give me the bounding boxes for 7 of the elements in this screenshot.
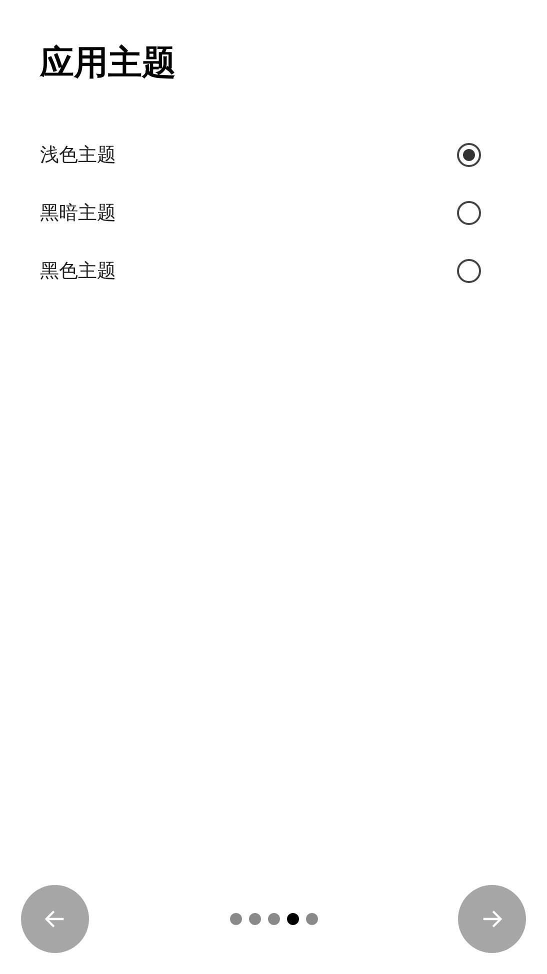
theme-option-label: 黑色主题 xyxy=(40,259,116,284)
radio-button[interactable] xyxy=(457,259,481,283)
theme-option-label: 黑暗主题 xyxy=(40,201,116,226)
radio-button[interactable] xyxy=(457,143,481,167)
theme-option-label: 浅色主题 xyxy=(40,143,116,168)
radio-button[interactable] xyxy=(457,201,481,225)
page-title: 应用主题 xyxy=(40,42,177,85)
